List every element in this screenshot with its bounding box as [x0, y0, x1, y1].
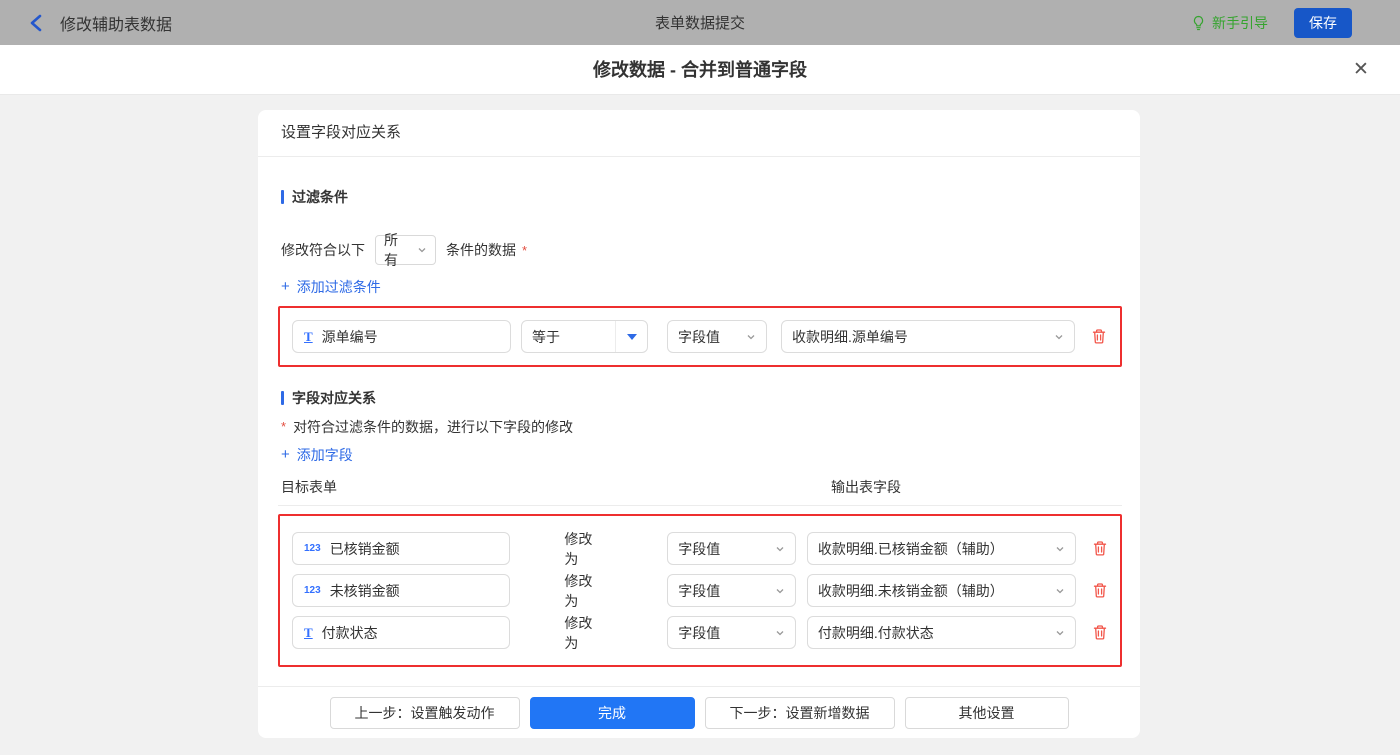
number-type-icon: 123 — [304, 585, 321, 596]
value-type-select[interactable]: 字段值 — [667, 616, 796, 649]
filter-value: 收款明细.源单编号 — [792, 328, 908, 345]
chevron-down-icon — [775, 628, 785, 638]
required-mark: * — [281, 419, 287, 434]
card-body: 过滤条件 修改符合以下 所有 条件的数据 * + 添加过滤条件 T 源单编号 等… — [258, 188, 1140, 667]
output-field-header: 输出表字段 — [831, 479, 901, 495]
filter-section-title: 过滤条件 — [281, 188, 1117, 205]
value-type-value: 字段值 — [678, 624, 721, 641]
add-field-label: 添加字段 — [296, 447, 353, 463]
target-field-value: 已核销金额 — [329, 540, 400, 557]
screen: 修改辅助表数据 表单数据提交 新手引导 保存 修改数据 - 合并到普通字段 ✕ … — [0, 0, 1400, 755]
output-field-select[interactable]: 收款明细.未核销金额（辅助） — [806, 574, 1076, 607]
filter-suffix-label: 条件的数据 — [446, 242, 516, 258]
mapping-row: 123 未核销金额 修改为 字段值 收款明细.未核销金额（辅助） — [292, 573, 1108, 609]
chevron-down-icon — [1055, 628, 1065, 638]
target-form-header: 目标表单 — [281, 479, 337, 495]
save-button[interactable]: 保存 — [1294, 7, 1352, 38]
target-field-value: 付款状态 — [321, 624, 378, 641]
delete-trash-icon[interactable] — [1092, 582, 1108, 599]
filter-match-config: 修改符合以下 所有 条件的数据 * — [281, 232, 1117, 268]
value-type-select[interactable]: 字段值 — [667, 574, 796, 607]
output-field-select[interactable]: 收款明细.已核销金额（辅助） — [806, 532, 1076, 565]
text-type-icon: T — [304, 328, 313, 344]
match-mode-select[interactable]: 所有 — [375, 232, 436, 268]
value-type-value: 字段值 — [678, 582, 721, 599]
target-field-input[interactable]: 123 已核销金额 — [292, 532, 511, 565]
add-field-link[interactable]: + 添加字段 — [281, 447, 353, 463]
operator-value: 等于 — [532, 328, 560, 345]
target-field-input[interactable]: T 付款状态 — [292, 616, 511, 649]
modify-label: 修改为 — [564, 572, 593, 609]
mapping-description-text: 对符合过滤条件的数据，进行以下字段的修改 — [293, 418, 574, 435]
guide-label: 新手引导 — [1212, 14, 1268, 31]
dialog-title: 修改数据 - 合并到普通字段 — [593, 60, 807, 80]
plus-icon: + — [281, 446, 290, 463]
match-mode-value: 所有 — [384, 232, 398, 268]
filter-value-select[interactable]: 收款明细.源单编号 — [781, 320, 1075, 353]
chevron-down-icon — [1055, 586, 1065, 596]
top-bar: 修改辅助表数据 表单数据提交 新手引导 保存 — [0, 0, 1400, 45]
output-field-select[interactable]: 付款明细.付款状态 — [806, 616, 1076, 649]
operator-caret-zone[interactable] — [615, 321, 647, 352]
filter-section-label: 过滤条件 — [292, 188, 348, 205]
delete-trash-icon[interactable] — [1091, 328, 1107, 345]
card-header: 设置字段对应关系 — [258, 110, 1140, 157]
target-field-input[interactable]: 123 未核销金额 — [292, 574, 511, 607]
chevron-down-icon — [775, 544, 785, 554]
page-title: 表单数据提交 — [654, 15, 745, 32]
plus-icon: + — [281, 278, 290, 295]
value-type-select[interactable]: 字段值 — [667, 532, 796, 565]
mapping-section-label: 字段对应关系 — [292, 389, 376, 406]
text-type-icon: T — [304, 624, 313, 640]
output-field-value: 收款明细.未核销金额（辅助） — [817, 582, 1004, 599]
next-step-button[interactable]: 下一步：设置新增数据 — [704, 696, 895, 729]
filter-highlight-box: T 源单编号 等于 字段值 收款明细.源单编号 — [278, 306, 1122, 367]
mapping-row: T 付款状态 修改为 字段值 付款明细.付款状态 — [292, 615, 1108, 651]
add-filter-condition-label: 添加过滤条件 — [296, 279, 381, 295]
value-type-select[interactable]: 字段值 — [667, 320, 767, 353]
section-bar-icon — [281, 390, 284, 405]
mapping-column-headers: 目标表单 输出表字段 — [281, 477, 1117, 495]
mapping-highlight-box: 123 已核销金额 修改为 字段值 收款明细.已核销金额（辅助） 123 未核销… — [278, 514, 1122, 667]
chevron-down-icon — [417, 245, 427, 255]
done-button[interactable]: 完成 — [529, 696, 695, 729]
chevron-down-icon — [1054, 332, 1064, 342]
chevron-down-icon — [775, 586, 785, 596]
dialog-footer: 上一步：设置触发动作 完成 下一步：设置新增数据 其他设置 — [258, 686, 1140, 738]
settings-card: 设置字段对应关系 过滤条件 修改符合以下 所有 条件的数据 * + 添加过滤条件… — [258, 110, 1140, 738]
add-filter-condition-link[interactable]: + 添加过滤条件 — [281, 279, 381, 295]
delete-trash-icon[interactable] — [1092, 540, 1108, 557]
delete-trash-icon[interactable] — [1092, 624, 1108, 641]
filter-row: T 源单编号 等于 字段值 收款明细.源单编号 — [292, 320, 1108, 353]
prev-step-button[interactable]: 上一步：设置触发动作 — [329, 696, 520, 729]
output-field-value: 收款明细.已核销金额（辅助） — [817, 540, 1004, 557]
triangle-down-icon — [626, 333, 637, 340]
guide-link[interactable]: 新手引导 — [1191, 13, 1268, 33]
value-type-value: 字段值 — [678, 540, 721, 557]
topbar-actions: 新手引导 保存 — [1191, 0, 1352, 45]
chevron-down-icon — [746, 332, 756, 342]
chevron-down-icon — [1055, 544, 1065, 554]
modify-label: 修改为 — [564, 614, 593, 651]
required-mark: * — [522, 242, 528, 258]
filter-field-value: 源单编号 — [321, 328, 378, 345]
other-settings-button[interactable]: 其他设置 — [904, 696, 1069, 729]
dialog-header: 修改数据 - 合并到普通字段 ✕ — [0, 45, 1400, 95]
divider — [278, 505, 1122, 506]
mapping-description: * 对符合过滤条件的数据，进行以下字段的修改 — [281, 418, 1117, 435]
filter-field-input[interactable]: T 源单编号 — [292, 320, 511, 353]
mapping-section-title: 字段对应关系 — [281, 389, 1117, 406]
number-type-icon: 123 — [304, 543, 321, 554]
value-type-value: 字段值 — [678, 328, 720, 345]
modify-label: 修改为 — [564, 530, 593, 567]
output-field-value: 付款明细.付款状态 — [817, 624, 934, 641]
filter-prefix-label: 修改符合以下 — [281, 242, 365, 258]
close-icon[interactable]: ✕ — [1348, 57, 1374, 83]
mapping-row: 123 已核销金额 修改为 字段值 收款明细.已核销金额（辅助） — [292, 531, 1108, 567]
lightbulb-icon — [1191, 15, 1206, 31]
operator-select[interactable]: 等于 — [521, 320, 648, 353]
target-field-value: 未核销金额 — [329, 582, 400, 599]
section-bar-icon — [281, 189, 284, 204]
